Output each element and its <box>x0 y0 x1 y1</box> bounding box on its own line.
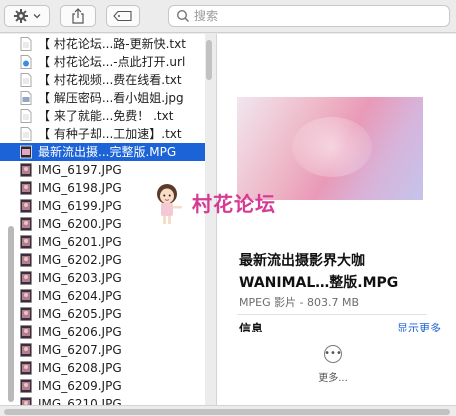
file-name: 【 村花论坛...路-更新快.txt <box>38 37 186 51</box>
file-row[interactable]: IMG_6204.JPG <box>0 287 205 305</box>
file-row[interactable]: IMG_6202.JPG <box>0 251 205 269</box>
action-menu-button[interactable] <box>4 5 50 27</box>
file-name: IMG_6203.JPG <box>38 271 122 285</box>
file-url-icon <box>20 55 32 69</box>
file-img-icon <box>20 217 32 231</box>
file-name: IMG_6210.JPG <box>38 397 122 405</box>
more-label: 更多... <box>318 373 348 384</box>
file-txt-icon <box>20 73 32 87</box>
file-row[interactable]: IMG_6209.JPG <box>0 377 205 395</box>
share-icon <box>72 8 84 24</box>
file-name: IMG_6204.JPG <box>38 289 122 303</box>
watermark: 村花论坛 <box>152 182 312 228</box>
file-row[interactable]: 【 解压密码...看小姐姐.jpg <box>0 89 205 107</box>
toolbar <box>0 0 456 33</box>
file-mpg-icon <box>20 145 32 159</box>
file-row[interactable]: IMG_6207.JPG <box>0 341 205 359</box>
watermark-text: 村花论坛 <box>192 192 276 216</box>
file-img-icon <box>20 397 32 405</box>
file-row[interactable]: IMG_6205.JPG <box>0 305 205 323</box>
search-input[interactable] <box>194 9 434 23</box>
preview-title-line2: WANIMAL…整版.MPG <box>239 275 399 291</box>
file-img-icon <box>20 289 32 303</box>
gear-icon <box>14 9 28 23</box>
more-button[interactable]: ••• 更多... <box>317 345 349 384</box>
file-row[interactable]: 【 村花论坛...-点此打开.url <box>0 53 205 71</box>
file-name: IMG_6200.JPG <box>38 217 122 231</box>
file-name: 【 村花视频...费在线看.txt <box>38 73 182 87</box>
file-img-icon <box>20 163 32 177</box>
file-img-icon <box>20 253 32 267</box>
file-jpg-icon <box>20 91 32 105</box>
file-txt-icon <box>20 37 32 51</box>
info-heading: 信息 <box>239 322 264 332</box>
file-img-icon <box>20 361 32 375</box>
file-row[interactable]: IMG_6210.JPG <box>0 395 205 405</box>
file-name: IMG_6209.JPG <box>38 379 122 393</box>
file-img-icon <box>20 325 32 339</box>
preview-meta: MPEG 影片 - 803.7 MB <box>239 296 360 309</box>
file-txt-icon <box>20 127 32 141</box>
file-img-icon <box>20 307 32 321</box>
scroll-thumb[interactable] <box>206 40 212 80</box>
girl-mascot-icon <box>157 184 182 224</box>
file-row[interactable]: 【 有种子却...工加速】.txt <box>0 125 205 143</box>
file-name: 最新流出摄...完整版.MPG <box>38 145 177 159</box>
file-name: IMG_6201.JPG <box>38 235 122 249</box>
file-row[interactable]: IMG_6203.JPG <box>0 269 205 287</box>
file-name: IMG_6208.JPG <box>38 361 122 375</box>
scroll-thumb[interactable] <box>4 409 450 415</box>
file-name: 【 来了就能...免费！ .txt <box>38 109 174 123</box>
file-name: 【 有种子却...工加速】.txt <box>38 127 182 141</box>
file-name: 【 村花论坛...-点此打开.url <box>38 55 186 69</box>
file-name: IMG_6199.JPG <box>38 199 122 213</box>
file-row[interactable]: IMG_6201.JPG <box>0 233 205 251</box>
file-row[interactable]: IMG_6197.JPG <box>0 161 205 179</box>
file-img-icon <box>20 199 32 213</box>
file-row[interactable]: 【 村花论坛...路-更新快.txt <box>0 35 205 53</box>
file-name: 【 解压密码...看小姐姐.jpg <box>38 91 184 105</box>
tag-button[interactable] <box>106 5 140 27</box>
more-icon: ••• <box>324 345 342 363</box>
file-img-icon <box>20 235 32 249</box>
file-name: IMG_6198.JPG <box>38 181 122 195</box>
file-name: IMG_6206.JPG <box>38 325 122 339</box>
file-name: IMG_6205.JPG <box>38 307 122 321</box>
file-img-icon <box>20 343 32 357</box>
share-button[interactable] <box>60 5 96 27</box>
horizontal-scrollbar[interactable] <box>0 405 456 416</box>
left-scrollbar[interactable] <box>8 38 14 404</box>
show-more-link[interactable]: 显示更多 <box>397 320 441 332</box>
search-field[interactable] <box>168 5 450 27</box>
file-name: IMG_6197.JPG <box>38 163 122 177</box>
file-name: IMG_6202.JPG <box>38 253 122 267</box>
file-name: IMG_6207.JPG <box>38 343 122 357</box>
file-txt-icon <box>20 109 32 123</box>
chevron-down-icon <box>33 14 41 19</box>
scroll-thumb[interactable] <box>8 226 14 402</box>
file-row[interactable]: 【 村花视频...费在线看.txt <box>0 71 205 89</box>
file-row[interactable]: IMG_6208.JPG <box>0 359 205 377</box>
search-icon <box>176 9 190 23</box>
divider <box>237 314 427 315</box>
file-img-icon <box>20 181 32 195</box>
preview-title-line1: 最新流出摄影界大咖 <box>239 253 365 269</box>
tag-icon <box>113 10 132 22</box>
file-img-icon <box>20 379 32 393</box>
file-row[interactable]: 【 来了就能...免费！ .txt <box>0 107 205 125</box>
file-img-icon <box>20 271 32 285</box>
file-row[interactable]: IMG_6206.JPG <box>0 323 205 341</box>
file-row[interactable]: 最新流出摄...完整版.MPG <box>0 143 205 161</box>
